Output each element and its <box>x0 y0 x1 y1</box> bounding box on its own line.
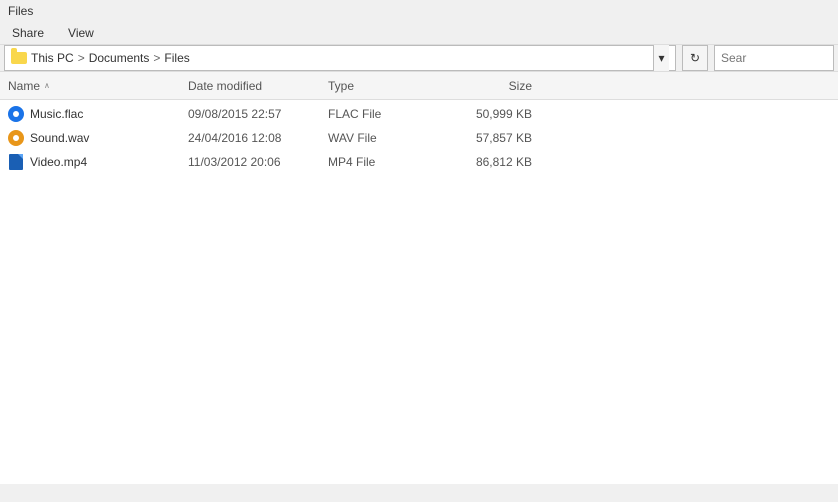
view-button[interactable]: View <box>64 24 98 42</box>
file-list: Music.flac 09/08/2015 22:57 FLAC File 50… <box>0 100 838 176</box>
table-row[interactable]: Sound.wav 24/04/2016 12:08 WAV File 57,8… <box>0 126 838 150</box>
file-name: Video.mp4 <box>0 152 180 172</box>
table-row[interactable]: Music.flac 09/08/2015 22:57 FLAC File 50… <box>0 102 838 126</box>
wav-icon <box>8 130 24 146</box>
title-bar: Files <box>0 0 838 22</box>
mp4-icon <box>8 154 24 170</box>
breadcrumb-sep2: > <box>153 51 160 65</box>
column-headers: Name ∧ Date modified Type Size <box>0 72 838 100</box>
address-row: This PC > Documents > Files ▾ ↻ <box>0 45 838 72</box>
address-box[interactable]: This PC > Documents > Files ▾ <box>4 45 676 71</box>
folder-icon <box>11 52 27 64</box>
col-header-name[interactable]: Name ∧ <box>0 75 180 97</box>
file-type: FLAC File <box>320 105 440 123</box>
col-header-size[interactable]: Size <box>440 75 540 97</box>
file-size: 57,857 KB <box>440 129 540 147</box>
main-content: Name ∧ Date modified Type Size Music.fla… <box>0 72 838 484</box>
file-size: 50,999 KB <box>440 105 540 123</box>
file-date: 09/08/2015 22:57 <box>180 105 320 123</box>
sort-arrow-icon: ∧ <box>44 81 50 90</box>
file-type: MP4 File <box>320 153 440 171</box>
file-name: Sound.wav <box>0 128 180 148</box>
breadcrumb-sep1: > <box>78 51 85 65</box>
breadcrumb-this-pc[interactable]: This PC <box>31 51 74 65</box>
refresh-button[interactable]: ↻ <box>682 45 708 71</box>
search-input[interactable] <box>714 45 834 71</box>
col-header-date[interactable]: Date modified <box>180 75 320 97</box>
table-row[interactable]: Video.mp4 11/03/2012 20:06 MP4 File 86,8… <box>0 150 838 174</box>
breadcrumb-documents[interactable]: Documents <box>89 51 150 65</box>
col-header-type[interactable]: Type <box>320 75 440 97</box>
window-title: Files <box>8 4 33 18</box>
chevron-down-icon: ▾ <box>658 51 664 65</box>
file-date: 24/04/2016 12:08 <box>180 129 320 147</box>
breadcrumb: This PC > Documents > Files <box>31 51 649 65</box>
flac-icon <box>8 106 24 122</box>
file-size: 86,812 KB <box>440 153 540 171</box>
file-date: 11/03/2012 20:06 <box>180 153 320 171</box>
share-button[interactable]: Share <box>8 24 48 42</box>
breadcrumb-files[interactable]: Files <box>164 51 189 65</box>
file-type: WAV File <box>320 129 440 147</box>
address-dropdown-arrow[interactable]: ▾ <box>653 45 669 71</box>
file-name: Music.flac <box>0 104 180 124</box>
refresh-icon: ↻ <box>690 51 700 65</box>
toolbar: Share View <box>0 22 838 45</box>
